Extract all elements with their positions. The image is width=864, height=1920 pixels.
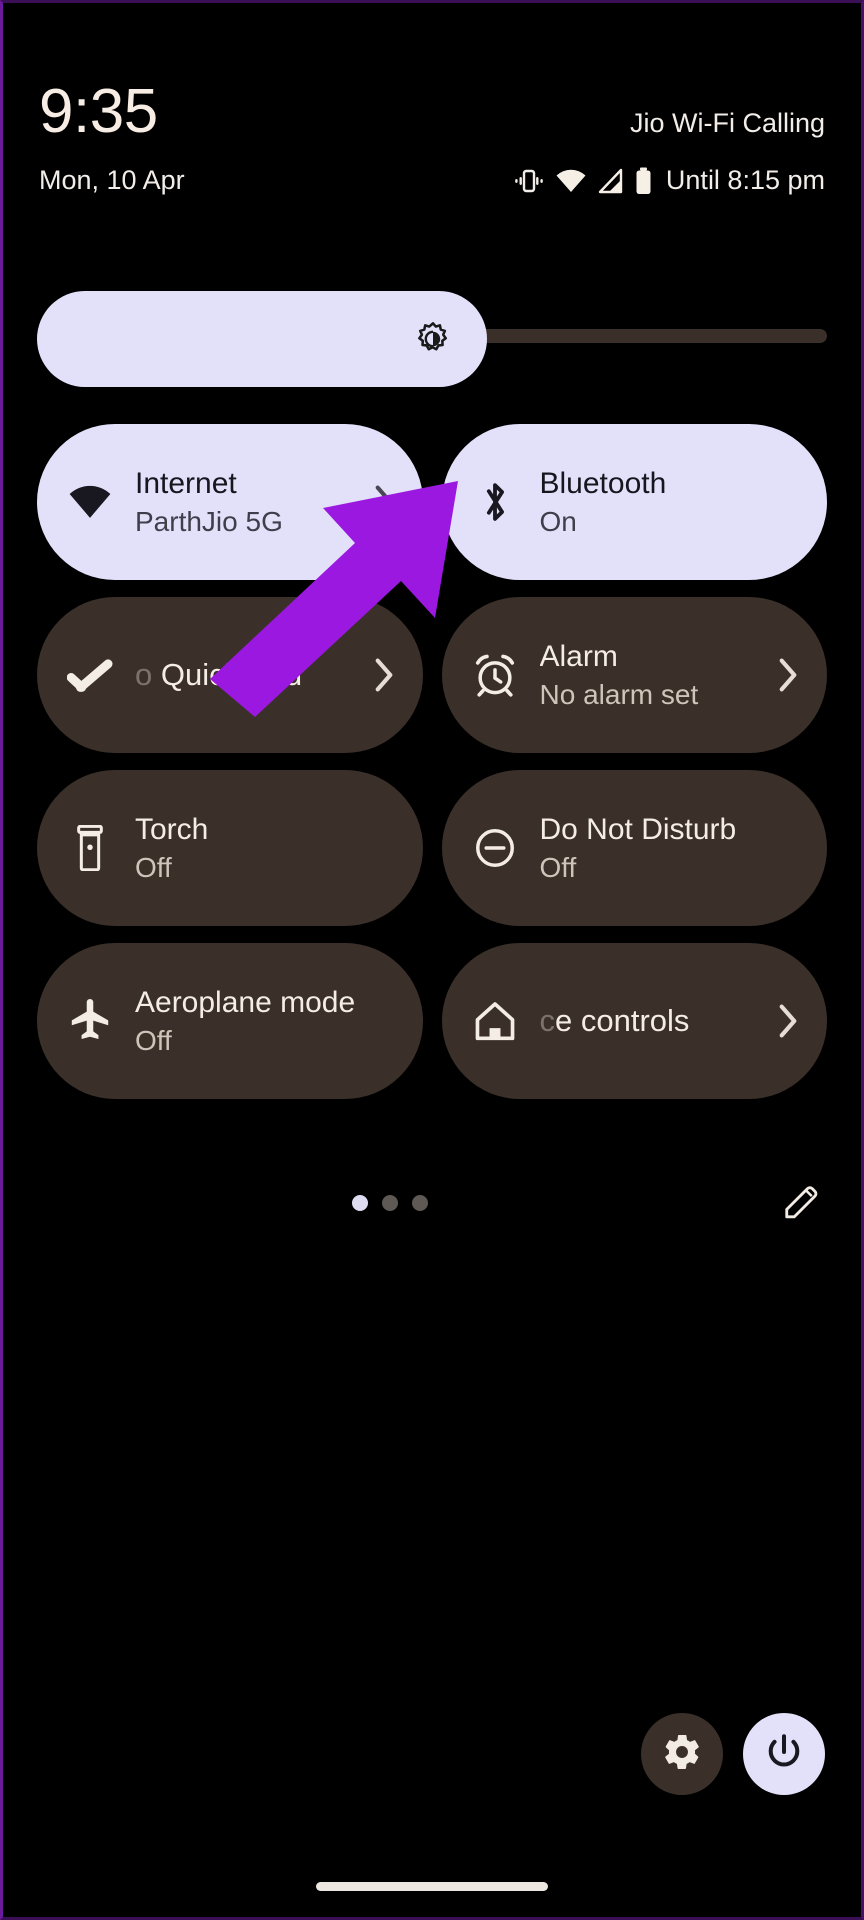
power-button[interactable] [743,1713,825,1795]
flashlight-icon [67,825,113,871]
tile-device-controls-label-fade-prefix: c [539,1002,556,1038]
tile-aeroplane-mode-status: Off [135,1024,172,1056]
gear-icon [661,1731,703,1778]
tile-alarm-text: Alarm No alarm set [540,639,754,710]
tile-internet-text: Internet ParthJio 5G [135,466,349,537]
cell-signal-icon [598,168,624,194]
tile-bluetooth[interactable]: Bluetooth On [441,424,827,580]
tile-bluetooth-text: Bluetooth On [540,466,802,537]
vibrate-icon [514,168,544,194]
tile-quick-add-text: o Quick Add [135,657,349,694]
tile-alarm[interactable]: Alarm No alarm set [441,597,827,753]
tile-alarm-status: No alarm set [539,678,699,710]
chevron-right-icon[interactable] [371,484,397,520]
alarm-icon [472,652,518,698]
date-label: Mon, 10 Apr [39,165,185,195]
page-indicator-dots[interactable] [352,1195,428,1211]
pager-row [37,1181,827,1225]
tile-internet-label: Internet [135,467,237,501]
status-header: 9:35 Jio Wi-Fi Calling Mon, 10 Apr Until… [3,81,861,196]
minus-circle-icon [472,825,518,871]
tile-device-controls-text: ce controls [540,1003,754,1040]
page-dot-1[interactable] [352,1195,368,1211]
quick-settings-panel: 9:35 Jio Wi-Fi Calling Mon, 10 Apr Until… [3,3,861,1917]
tile-device-controls[interactable]: ce controls [441,943,827,1099]
tile-do-not-disturb-text: Do Not Disturb Off [540,812,802,883]
power-icon [763,1731,805,1778]
tile-torch-status: Off [135,851,172,883]
tile-quick-add-label-fade-prefix: o [135,656,161,692]
wifi-icon [555,168,587,194]
tile-do-not-disturb-status: Off [539,851,577,883]
brightness-icon [415,321,451,357]
airplane-icon [67,998,113,1044]
tile-torch[interactable]: Torch Off [37,770,423,926]
tile-device-controls-label: ce controls [539,1002,690,1038]
check-icon [67,652,113,698]
clock: 9:35 [39,77,158,146]
bottom-action-bar [641,1713,825,1795]
tile-aeroplane-mode-text: Aeroplane mode Off [135,985,397,1056]
status-icon-tray: Until 8:15 pm [514,165,825,196]
tile-bluetooth-status: On [539,505,577,537]
tile-quick-add-label: o Quick Add [135,656,303,692]
quick-settings-tile-grid: Internet ParthJio 5G Bluetooth On o Quick … [37,424,827,1099]
page-dot-2[interactable] [382,1195,398,1211]
header-top-row: 9:35 Jio Wi-Fi Calling [39,81,825,143]
edit-tiles-button[interactable] [779,1181,823,1225]
page-dot-3[interactable] [412,1195,428,1211]
brightness-slider[interactable] [37,291,827,387]
pencil-icon [782,1182,820,1225]
chevron-right-icon[interactable] [775,1003,801,1039]
tile-do-not-disturb[interactable]: Do Not Disturb Off [441,770,827,926]
wifi-icon [67,479,113,525]
tile-alarm-label: Alarm [539,640,618,674]
tile-internet-status: ParthJio 5G [135,505,283,537]
home-icon [472,998,518,1044]
settings-button[interactable] [641,1713,723,1795]
tile-internet[interactable]: Internet ParthJio 5G [37,424,423,580]
navigation-pill[interactable] [316,1882,548,1891]
battery-icon [635,167,652,195]
tile-torch-text: Torch Off [135,812,397,883]
tile-aeroplane-mode-label: Aeroplane mode [135,986,356,1020]
header-bottom-row: Mon, 10 Apr Until 8:15 pm [39,165,825,196]
tile-do-not-disturb-label: Do Not Disturb [539,813,737,847]
tile-torch-label: Torch [135,813,209,847]
carrier-label: Jio Wi-Fi Calling [629,108,825,138]
bluetooth-icon [472,479,518,525]
chevron-right-icon[interactable] [371,657,397,693]
tile-bluetooth-label: Bluetooth [539,467,667,501]
chevron-right-icon[interactable] [775,657,801,693]
tile-quick-add[interactable]: o Quick Add [37,597,423,753]
tile-aeroplane-mode[interactable]: Aeroplane mode Off [37,943,423,1099]
battery-estimate-label: Until 8:15 pm [665,165,825,195]
